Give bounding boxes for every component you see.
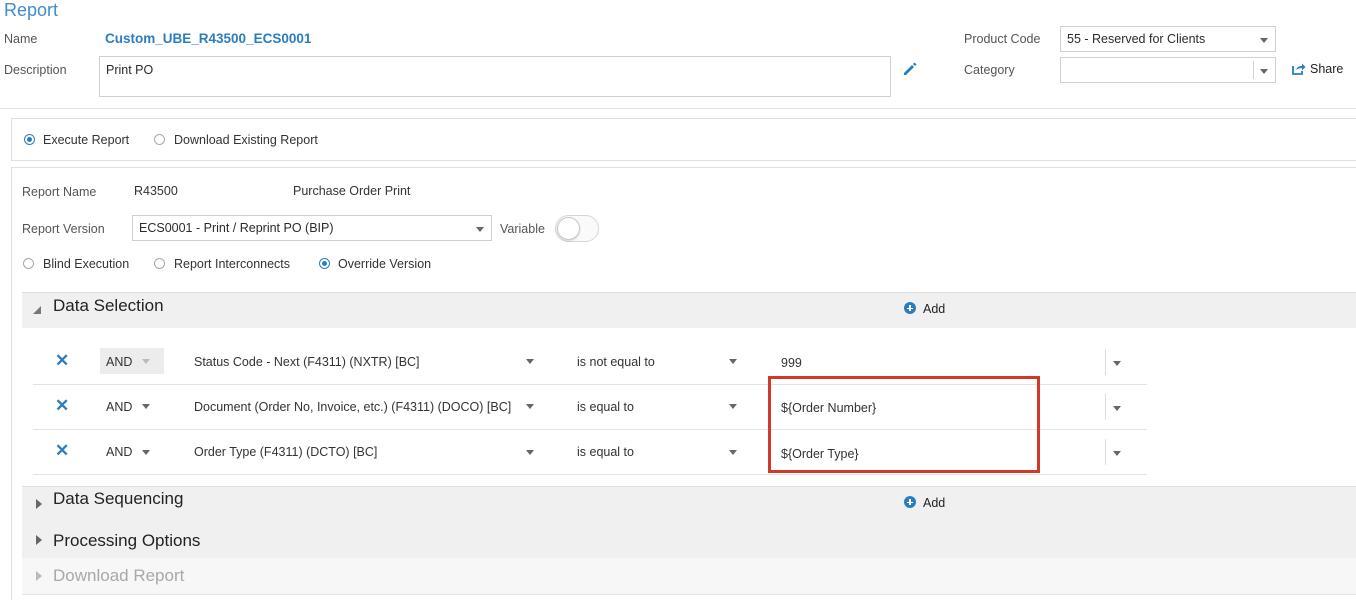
data-selection-header[interactable]	[22, 292, 1356, 330]
chevron-down-icon	[1260, 38, 1268, 43]
chevron-down-icon[interactable]	[729, 450, 737, 455]
chevron-down-icon[interactable]	[142, 404, 150, 409]
chevron-down-icon[interactable]	[142, 450, 150, 455]
report-interconnects-label: Report Interconnects	[174, 257, 291, 271]
chevron-down-icon[interactable]	[1113, 451, 1121, 456]
product-code-select[interactable]: 55 - Reserved for Clients	[1060, 26, 1276, 52]
row-divider	[33, 474, 1147, 475]
share-button[interactable]: Share	[1291, 62, 1343, 76]
variable-toggle[interactable]	[555, 215, 599, 242]
chevron-down-icon[interactable]	[1113, 361, 1121, 366]
page-title: Report	[4, 0, 59, 20]
remove-row-icon[interactable]: ✕	[55, 442, 69, 459]
operator-value[interactable]: is not equal to	[577, 355, 655, 369]
download-existing-label: Download Existing Report	[174, 133, 318, 147]
value-divider	[1105, 394, 1106, 420]
expand-triangle-icon	[36, 571, 42, 581]
description-field[interactable]: Print PO	[99, 56, 891, 97]
andor-value: AND	[106, 355, 133, 369]
edit-pencil-icon[interactable]	[901, 60, 919, 78]
processing-options-title: Processing Options	[53, 531, 201, 550]
toggle-knob	[557, 217, 580, 240]
field-value[interactable]: Order Type (F4311) (DCTO) [BC]	[194, 445, 377, 459]
data-selection-add-button[interactable]: Add	[904, 302, 964, 316]
add-label: Add	[923, 302, 946, 316]
data-sequencing-title: Data Sequencing	[53, 489, 184, 508]
highlight-box	[768, 376, 1040, 473]
override-version-label: Override Version	[338, 257, 432, 271]
add-circle-icon	[904, 496, 916, 508]
report-interconnects-radio[interactable]	[154, 258, 165, 269]
report-id-value: R43500	[134, 184, 178, 198]
expand-triangle-icon[interactable]	[36, 535, 42, 545]
report-name-value[interactable]: Custom_UBE_R43500_ECS0001	[105, 31, 311, 46]
category-label: Category	[964, 63, 1015, 77]
blind-execution-radio[interactable]	[23, 258, 34, 269]
chevron-down-icon	[476, 227, 484, 232]
andor-value[interactable]: AND	[106, 400, 132, 414]
chevron-down-icon[interactable]	[729, 359, 737, 364]
report-version-select[interactable]: ECS0001 - Print / Reprint PO (BIP)	[132, 215, 492, 241]
chevron-down-icon[interactable]	[526, 450, 534, 455]
operator-value[interactable]: is equal to	[577, 400, 634, 414]
description-label: Description	[4, 63, 67, 77]
chevron-down-icon	[1260, 69, 1268, 74]
criteria-value[interactable]: 999	[781, 356, 802, 370]
override-version-radio[interactable]	[319, 258, 330, 269]
add-circle-icon	[904, 302, 916, 314]
execute-report-radio[interactable]	[24, 134, 35, 145]
chevron-down-icon	[142, 359, 150, 364]
report-description: Purchase Order Print	[293, 184, 411, 198]
report-version-label: Report Version	[22, 222, 105, 236]
andor-value[interactable]: AND	[106, 445, 132, 459]
collapse-triangle-icon[interactable]	[33, 306, 41, 314]
blind-execution-label: Blind Execution	[43, 257, 130, 271]
chevron-down-icon[interactable]	[526, 359, 534, 364]
data-selection-title: Data Selection	[53, 296, 164, 315]
value-divider	[1105, 349, 1106, 375]
share-icon	[1292, 63, 1306, 75]
download-existing-radio[interactable]	[154, 134, 165, 145]
header-divider	[0, 108, 1356, 109]
select-divider	[1253, 61, 1254, 79]
processing-options-header[interactable]	[22, 522, 1356, 559]
download-report-header	[22, 558, 1356, 595]
product-code-value: 55 - Reserved for Clients	[1067, 32, 1206, 46]
report-name-label: Report Name	[22, 185, 97, 199]
chevron-down-icon[interactable]	[526, 404, 534, 409]
remove-row-icon[interactable]: ✕	[55, 352, 69, 369]
data-sequencing-header[interactable]	[22, 486, 1356, 524]
data-sequencing-add-button[interactable]: Add	[904, 496, 964, 510]
report-version-value: ECS0001 - Print / Reprint PO (BIP)	[139, 221, 334, 235]
download-report-title: Download Report	[53, 566, 185, 585]
share-label: Share	[1310, 62, 1344, 76]
expand-triangle-icon[interactable]	[36, 499, 42, 509]
remove-row-icon[interactable]: ✕	[55, 397, 69, 414]
execute-report-label: Execute Report	[43, 133, 130, 147]
chevron-down-icon[interactable]	[1113, 406, 1121, 411]
field-value[interactable]: Status Code - Next (F4311) (NXTR) [BC]	[194, 355, 420, 369]
field-value[interactable]: Document (Order No, Invoice, etc.) (F431…	[194, 400, 511, 414]
value-divider	[1105, 439, 1106, 465]
description-value: Print PO	[106, 63, 154, 77]
operator-value[interactable]: is equal to	[577, 445, 634, 459]
category-select[interactable]	[1060, 57, 1276, 83]
add-label: Add	[923, 496, 946, 510]
chevron-down-icon[interactable]	[729, 404, 737, 409]
product-code-label: Product Code	[964, 32, 1041, 46]
name-label: Name	[4, 32, 38, 46]
variable-label: Variable	[500, 222, 545, 236]
